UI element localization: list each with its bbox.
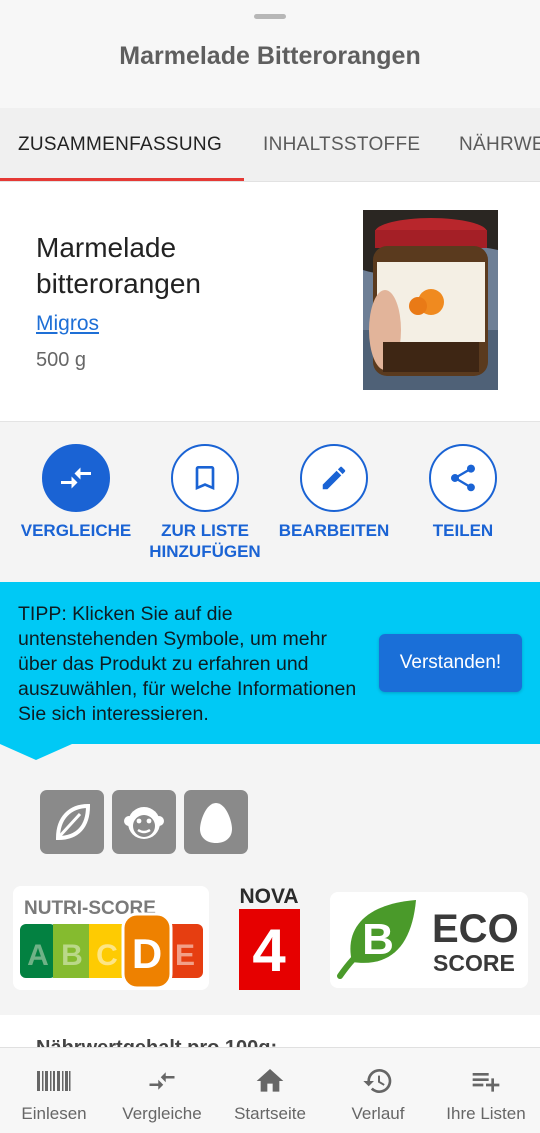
- tab-summary[interactable]: ZUSAMMENFASSUNG: [18, 108, 222, 181]
- compare-label: VERGLEICHE: [20, 521, 132, 540]
- dismiss-tip-button[interactable]: Verstanden!: [379, 634, 522, 692]
- add-to-list-circle: [171, 444, 239, 512]
- eco-score-badge[interactable]: B ECO SCORE: [330, 892, 528, 988]
- compare-arrows-icon: [149, 1072, 175, 1090]
- nav-home[interactable]: Startseite: [216, 1048, 324, 1133]
- compare-arrows-icon: [61, 467, 91, 489]
- nutri-letter-c: C: [96, 939, 118, 972]
- playlist-add-icon: [472, 1073, 500, 1092]
- share-circle: [429, 444, 497, 512]
- nav-history-label: Verlauf: [351, 1104, 405, 1123]
- allergen-egg-attribute-button[interactable]: [184, 790, 248, 854]
- nova-value: 4: [252, 917, 286, 984]
- home-icon: [256, 1069, 284, 1092]
- egg-icon: [200, 803, 232, 843]
- nova-badge[interactable]: NOVA 4: [237, 882, 301, 992]
- nav-compare-label: Vergleiche: [122, 1104, 202, 1123]
- brand-link[interactable]: Migros: [36, 312, 99, 336]
- vegan-attribute-button[interactable]: [40, 790, 104, 854]
- tab-nutrition[interactable]: NÄHRWE: [459, 108, 540, 181]
- nav-lists-icon-wrap: [432, 1066, 540, 1096]
- action-row: VERGLEICHE ZUR LISTE HINZUFÜGEN BEARBEIT…: [0, 422, 540, 582]
- nav-scan-icon-wrap: [0, 1066, 108, 1096]
- bottom-navigation: Einlesen Vergleiche Startseite Verlauf I…: [0, 1047, 540, 1133]
- nutri-letter-b: B: [61, 939, 83, 972]
- drag-handle[interactable]: [254, 14, 286, 19]
- nutri-letter-a: A: [27, 939, 49, 972]
- tip-banner: TIPP: Klicken Sie auf die untenstehenden…: [0, 582, 540, 744]
- edit-button[interactable]: BEARBEITEN: [269, 444, 399, 541]
- compare-circle: [42, 444, 110, 512]
- add-to-list-label: ZUR LISTE HINZUFÜGEN: [149, 521, 261, 561]
- monkey-icon: [124, 807, 164, 839]
- product-image[interactable]: [363, 210, 498, 390]
- nav-compare-icon-wrap: [108, 1066, 216, 1096]
- nav-compare[interactable]: Vergleiche: [108, 1048, 216, 1133]
- history-icon: [363, 1069, 392, 1093]
- pencil-icon: [322, 466, 346, 490]
- tab-ingredients[interactable]: INHALTSSTOFFE: [263, 108, 420, 181]
- add-to-list-button[interactable]: ZUR LISTE HINZUFÜGEN: [140, 444, 270, 562]
- nav-lists[interactable]: Ihre Listen: [432, 1048, 540, 1133]
- tab-bar: ZUSAMMENFASSUNG INHALTSSTOFFE NÄHRWE: [0, 108, 540, 182]
- nutri-letter-e: E: [175, 939, 195, 972]
- nutri-score-badge[interactable]: NUTRI-SCORE A B C D E: [13, 886, 209, 990]
- share-icon: [450, 464, 475, 492]
- nav-scan[interactable]: Einlesen: [0, 1048, 108, 1133]
- edit-circle: [300, 444, 368, 512]
- page-title: Marmelade Bitterorangen: [119, 42, 421, 70]
- compare-button[interactable]: VERGLEICHE: [11, 444, 141, 541]
- product-quantity: 500 g: [36, 349, 87, 371]
- eco-word-2: SCORE: [433, 950, 515, 976]
- leaf-icon: [55, 803, 91, 841]
- nav-history-icon-wrap: [324, 1066, 432, 1096]
- nav-home-label: Startseite: [234, 1104, 306, 1123]
- tip-text: TIPP: Klicken Sie auf die untenstehenden…: [18, 603, 357, 725]
- score-row: NUTRI-SCORE A B C D E NOVA 4 B ECO SCORE: [0, 882, 540, 997]
- edit-label: BEARBEITEN: [278, 521, 390, 540]
- share-button[interactable]: TEILEN: [398, 444, 528, 541]
- nutri-letter-d: D: [132, 930, 162, 977]
- eco-letter: B: [362, 915, 394, 964]
- nav-home-icon-wrap: [216, 1066, 324, 1096]
- tip-pointer: [0, 744, 72, 760]
- sheet-header: Marmelade Bitterorangen: [0, 0, 540, 108]
- nova-title: NOVA: [239, 885, 298, 908]
- product-card: Marmelade bitterorangen Migros 500 g: [0, 182, 540, 422]
- share-label: TEILEN: [432, 521, 494, 540]
- palm-oil-attribute-button[interactable]: [112, 790, 176, 854]
- bookmark-icon: [195, 466, 215, 490]
- product-name: Marmelade bitterorangen: [36, 232, 202, 299]
- eco-word-1: ECO: [432, 907, 519, 951]
- nav-scan-label: Einlesen: [21, 1104, 87, 1123]
- nav-lists-label: Ihre Listen: [446, 1104, 526, 1123]
- nav-history[interactable]: Verlauf: [324, 1048, 432, 1133]
- barcode-icon: [37, 1071, 71, 1091]
